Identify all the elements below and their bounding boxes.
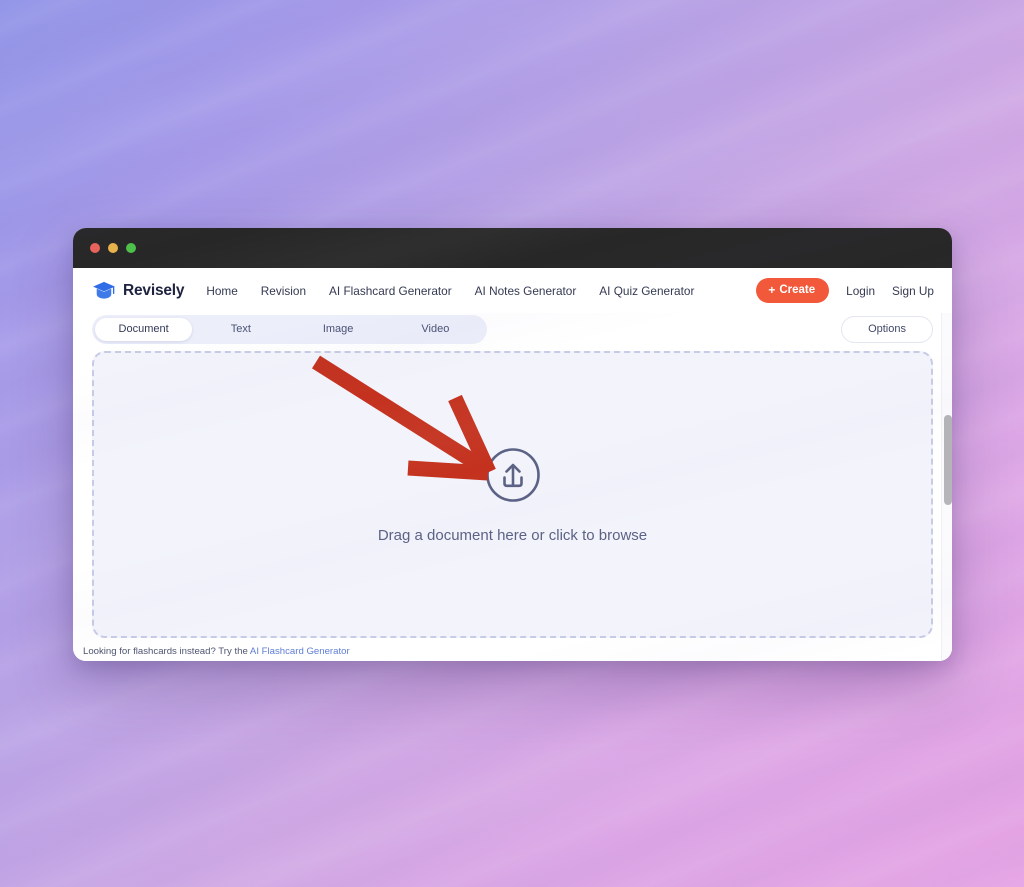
maximize-window-button[interactable] — [126, 243, 136, 253]
minimize-window-button[interactable] — [108, 243, 118, 253]
nav-link-home[interactable]: Home — [206, 284, 237, 298]
graduation-cap-icon — [93, 281, 115, 299]
dropzone-container: Drag a document here or click to browse — [73, 345, 952, 638]
nav-link-ai-quiz-generator[interactable]: AI Quiz Generator — [599, 284, 694, 298]
brand-name: Revisely — [123, 281, 185, 299]
tab-image[interactable]: Image — [290, 318, 387, 341]
create-button-label: Create — [779, 284, 816, 296]
desktop-background: Revisely Home Revision AI Flashcard Gene… — [0, 0, 1024, 887]
footer-note-prefix: Looking for flashcards instead? Try the — [83, 646, 250, 657]
footer-flashcard-link[interactable]: AI Flashcard Generator — [250, 646, 350, 657]
options-button[interactable]: Options — [841, 315, 933, 343]
page-viewport: Revisely Home Revision AI Flashcard Gene… — [73, 268, 952, 661]
dropzone-label: Drag a document here or click to browse — [377, 526, 648, 544]
upload-circle-icon — [485, 447, 540, 502]
login-link[interactable]: Login — [846, 284, 875, 298]
window-titlebar — [73, 228, 952, 268]
nav-links: Home Revision AI Flashcard Generator AI … — [206, 284, 694, 298]
footer-note: Looking for flashcards instead? Try the … — [83, 646, 350, 657]
tab-document[interactable]: Document — [95, 317, 193, 341]
nav-link-ai-notes-generator[interactable]: AI Notes Generator — [475, 284, 577, 298]
nav-actions: + Create Login Sign Up — [756, 278, 934, 303]
source-tab-row: Document Text Image Video Options — [73, 313, 952, 345]
page-scrollbar[interactable] — [941, 268, 952, 661]
site-navbar: Revisely Home Revision AI Flashcard Gene… — [73, 268, 952, 313]
source-tabs: Document Text Image Video — [92, 314, 487, 344]
signup-link[interactable]: Sign Up — [892, 284, 934, 298]
scrollbar-thumb[interactable] — [944, 415, 952, 505]
create-button[interactable]: + Create — [756, 278, 830, 303]
file-dropzone[interactable]: Drag a document here or click to browse — [92, 351, 933, 638]
close-window-button[interactable] — [90, 243, 100, 253]
browser-window: Revisely Home Revision AI Flashcard Gene… — [73, 228, 952, 661]
nav-link-ai-flashcard-generator[interactable]: AI Flashcard Generator — [329, 284, 452, 298]
tab-text[interactable]: Text — [192, 318, 289, 341]
plus-icon: + — [768, 283, 776, 297]
nav-link-revision[interactable]: Revision — [261, 284, 306, 298]
tab-video[interactable]: Video — [387, 318, 484, 341]
brand-logo[interactable]: Revisely — [92, 281, 185, 301]
